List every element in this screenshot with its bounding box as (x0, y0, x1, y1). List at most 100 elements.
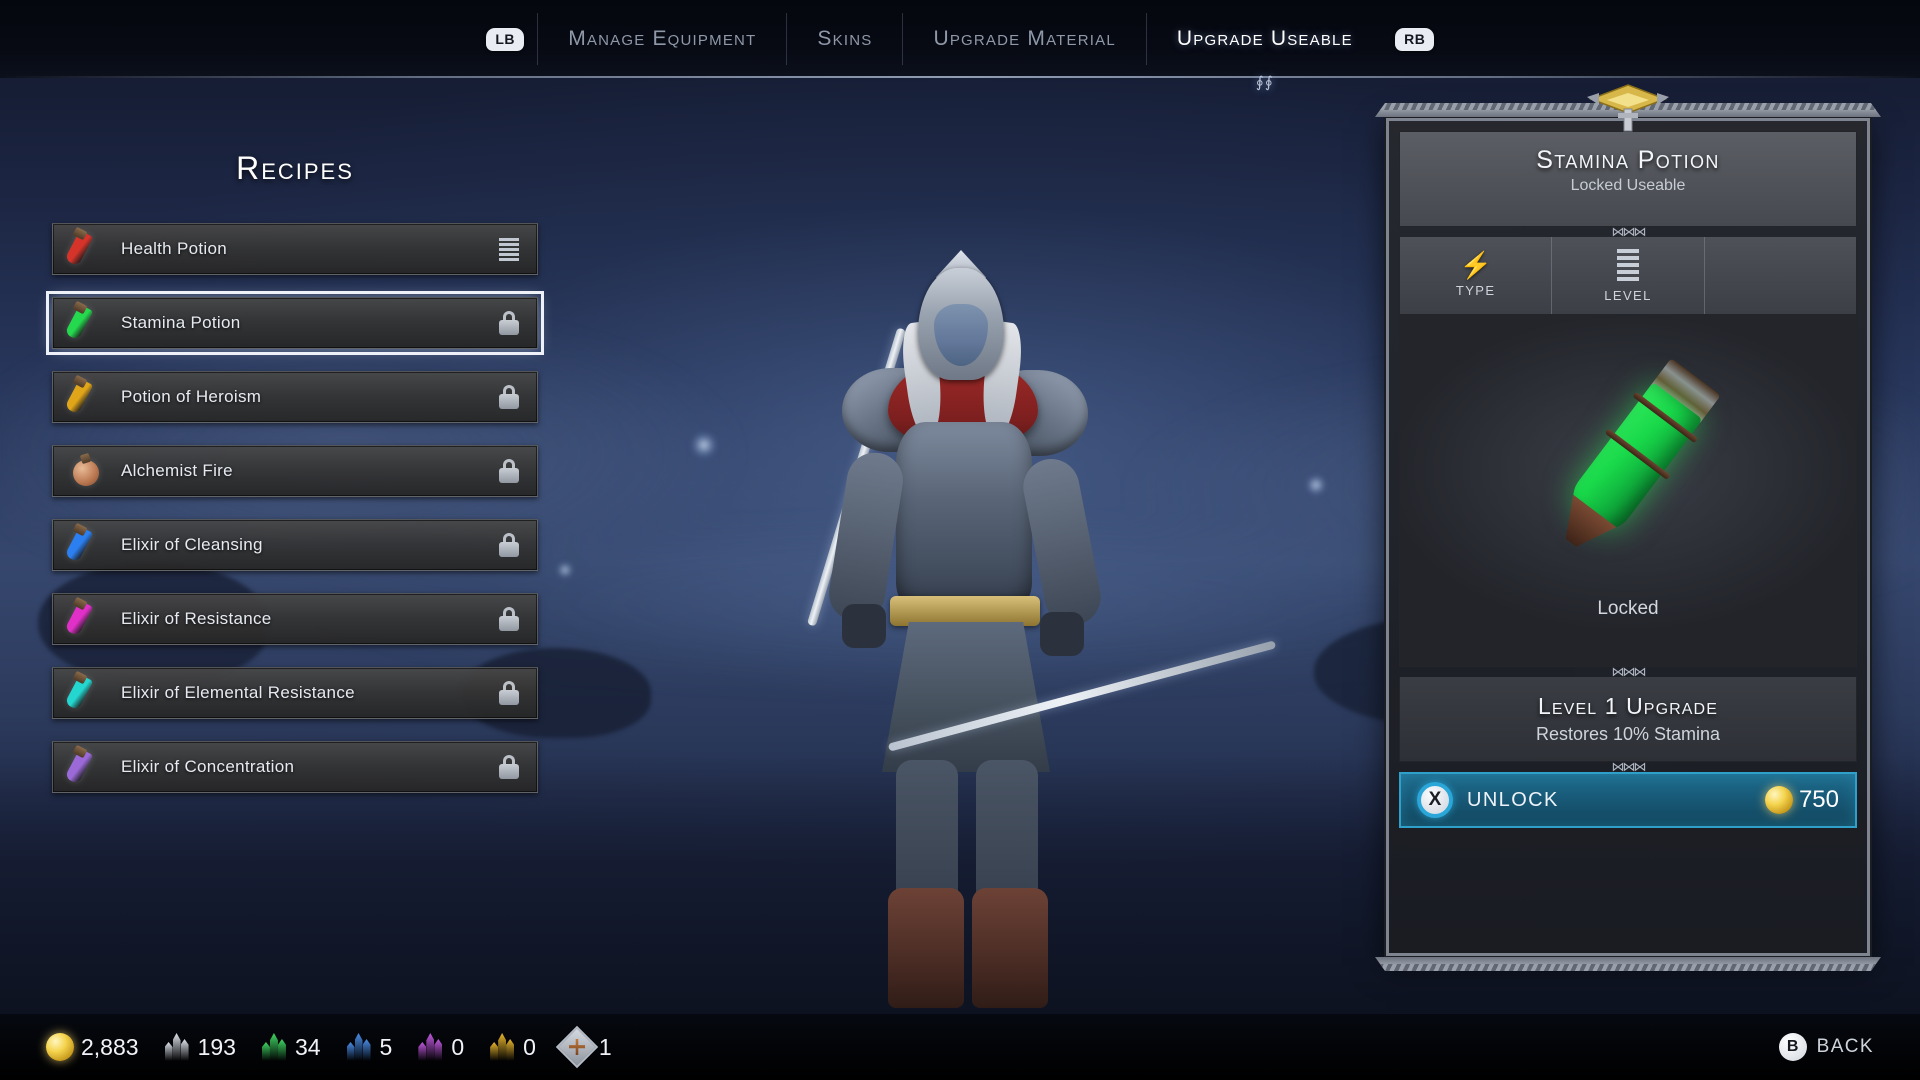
recipes-title: Recipes (236, 150, 354, 186)
currency-value: 34 (294, 1033, 321, 1060)
tab-upgrade-material[interactable]: Upgrade Material (902, 13, 1145, 65)
unlock-button[interactable]: X UNLOCK 750 (1399, 772, 1857, 828)
stat-type: ⚡ TYPE (1400, 237, 1553, 314)
recipes-panel: Recipes Health Potion Stamina Potion Potio… (46, 150, 544, 815)
recipe-label: Stamina Potion (121, 313, 241, 332)
level-bars-icon (499, 237, 519, 261)
recipe-row-status (499, 459, 519, 483)
armor-torso (896, 422, 1032, 612)
currency-token: 1 (555, 1025, 612, 1069)
stat-label: LEVEL (1604, 287, 1652, 303)
tab-skins[interactable]: Skins (786, 13, 902, 65)
recipe-label: Health Potion (121, 239, 227, 258)
lock-icon (499, 607, 519, 631)
tab-manage-equipment[interactable]: Manage Equipment (537, 13, 786, 65)
character-boot-left (888, 888, 964, 1008)
recipe-row-status (499, 681, 519, 705)
upgrade-description: Restores 10% Stamina (1535, 724, 1721, 744)
top-tab-bar: LB Manage Equipment Skins Upgrade Materi… (0, 0, 1920, 91)
recipe-label: Elixir of Concentration (121, 757, 295, 776)
recipe-row[interactable]: Elixir of Elemental Resistance (52, 667, 538, 719)
unlock-price: 750 (1764, 786, 1839, 814)
recipe-row-status (499, 755, 519, 779)
tab-upgrade-useable[interactable]: Upgrade Useable ∮∮ (1145, 13, 1383, 91)
stat-empty (1705, 237, 1856, 314)
item-stats-row: ⚡ TYPE LEVEL (1399, 237, 1857, 315)
item-detail-panel: Stamina Potion Locked Useable ⋈⋈⋈ ⚡ TYPE… (1375, 84, 1881, 971)
currency-gold: 2,883 (46, 1033, 139, 1061)
armor-belt (890, 596, 1040, 626)
diamond-emblem-icon (555, 1025, 599, 1069)
b-button-icon: B (1778, 1033, 1807, 1061)
flask-icon (67, 450, 109, 492)
recipe-label: Potion of Heroism (121, 387, 262, 406)
crystal-icon (490, 1033, 516, 1061)
recipe-row-status (499, 311, 519, 335)
left-bumper-icon[interactable]: LB (473, 13, 537, 65)
potion-icon (64, 522, 109, 566)
topbar-divider (0, 76, 1920, 78)
recipe-row[interactable]: Potion of Heroism (52, 371, 538, 423)
tab-label: Upgrade Useable (1176, 27, 1353, 50)
character-boot-right (972, 888, 1048, 1008)
potion-icon (64, 744, 109, 788)
level-bars-icon (1616, 248, 1639, 281)
recipe-row[interactable]: Elixir of Resistance (52, 593, 538, 645)
currency-purple-crystal: 0 (418, 1033, 464, 1061)
stat-level: LEVEL (1552, 237, 1705, 314)
unlock-label: UNLOCK (1467, 788, 1559, 811)
tab-label: Manage Equipment (568, 27, 757, 50)
upgrade-title: Level 1 Upgrade (1538, 693, 1718, 719)
currency-yellow-crystal: 0 (490, 1033, 536, 1061)
lock-icon (499, 755, 519, 779)
detail-header: Stamina Potion Locked Useable (1399, 131, 1857, 227)
gold-coin-icon (46, 1033, 74, 1061)
back-button[interactable]: B BACK (1778, 1033, 1874, 1061)
armor-skirt (882, 622, 1050, 772)
crystal-icon (418, 1033, 444, 1061)
recipe-row[interactable]: Alchemist Fire (52, 445, 538, 497)
price-value: 750 (1798, 786, 1839, 813)
recipe-list: Health Potion Stamina Potion Potion of Her… (46, 223, 544, 793)
tab-label: Skins (817, 27, 873, 50)
recipe-row[interactable]: Elixir of Cleansing (52, 519, 538, 571)
recipe-label: Elixir of Resistance (121, 609, 272, 628)
tab-label: Upgrade Material (933, 27, 1116, 50)
character-hand-right (1040, 612, 1084, 656)
crystal-icon (164, 1033, 191, 1061)
recipe-row[interactable]: Health Potion (52, 223, 538, 275)
potion-icon (64, 596, 109, 640)
potion-icon (64, 374, 109, 418)
gold-coin-icon (1764, 786, 1793, 814)
lock-icon (499, 681, 519, 705)
divider-knot-icon: ⋈⋈⋈ (1611, 759, 1647, 774)
item-title: Stamina Potion (1536, 146, 1720, 174)
item-preview-stage: Locked (1399, 315, 1857, 667)
recipe-row[interactable]: Stamina Potion (46, 291, 544, 355)
lock-icon (499, 385, 519, 409)
recipe-row-status (499, 385, 519, 409)
scene-light-orb (556, 561, 573, 578)
x-button-icon: X (1417, 782, 1453, 818)
right-bumper-icon[interactable]: RB (1383, 13, 1447, 65)
right-bumper-label: RB (1395, 27, 1435, 51)
bottom-bar: 2,883 193 34 5 0 0 1 B BACK (0, 1014, 1920, 1080)
currency-list: 2,883 193 34 5 0 0 1 (46, 1025, 612, 1069)
currency-value: 5 (379, 1033, 393, 1060)
scene-light-orb (1305, 475, 1326, 496)
recipe-row-status (499, 607, 519, 631)
currency-value: 0 (523, 1033, 536, 1060)
left-bumper-label: LB (486, 27, 525, 51)
panel-bottom-rail (1375, 957, 1881, 971)
currency-value: 2,883 (81, 1033, 139, 1060)
recipe-row-status (499, 533, 519, 557)
panel-crest-icon (1587, 84, 1669, 132)
potion-icon (64, 226, 109, 270)
crystal-icon (261, 1033, 288, 1061)
recipe-row[interactable]: Elixir of Concentration (52, 741, 538, 793)
recipe-label: Elixir of Elemental Resistance (121, 683, 355, 702)
currency-value: 1 (598, 1033, 612, 1060)
item-subtitle: Locked Useable (1570, 177, 1686, 194)
currency-value: 0 (451, 1033, 465, 1060)
currency-white-crystal: 193 (164, 1033, 236, 1061)
